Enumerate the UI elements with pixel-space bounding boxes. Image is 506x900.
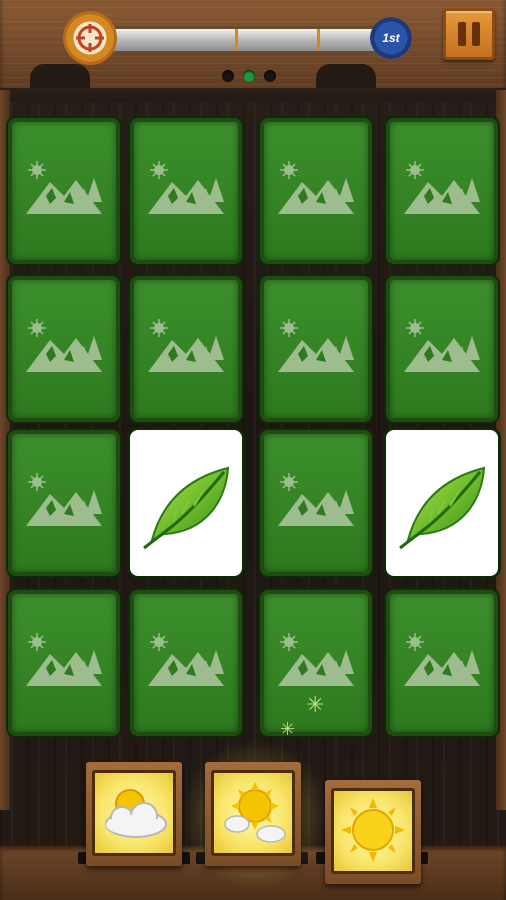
progress-divider [317,29,320,51]
pause-bar [458,22,466,46]
mountain-landscape-icon [26,161,102,214]
card-face-down[interactable] [260,118,372,264]
sparkle-icon: ✳ [280,719,296,739]
mountain-landscape-icon [26,319,102,372]
rank-badge: 1st [370,17,412,59]
card-face-down[interactable] [8,276,120,422]
pause-button[interactable] [443,8,495,60]
sun-behind-clouds-icon [105,789,167,838]
green-leaf-icon [143,466,230,550]
mountain-landscape-icon [278,473,354,526]
page-indicator [222,70,276,82]
card-face-down[interactable] [386,118,498,264]
card-face-down[interactable] [8,430,120,576]
progress-track [106,26,396,54]
memory-card-grid [8,118,502,742]
green-leaf-icon [399,466,486,550]
progress-divider [235,29,238,51]
target-gear-icon [66,14,114,62]
card-face-down[interactable] [386,590,498,736]
page-dot [264,70,276,82]
mountain-landscape-icon [148,633,224,686]
page-dot [222,70,234,82]
card-revealed-leaf[interactable] [386,430,498,576]
mountain-landscape-icon [404,161,480,214]
pause-bar [472,22,480,46]
powerup-cloudy-sun[interactable] [86,762,182,866]
card-revealed-leaf[interactable] [130,430,242,576]
mountain-landscape-icon [148,319,224,372]
mountain-landscape-icon [404,633,480,686]
mountain-landscape-icon [26,473,102,526]
card-face-down[interactable] [130,118,242,264]
card-face-down[interactable] [260,430,372,576]
level-progress-bar: 1st [66,14,412,64]
sun-icon [341,798,405,862]
card-face-down[interactable] [8,118,120,264]
powerup-sun-clouds[interactable] [205,762,301,866]
powerup-sun[interactable] [325,780,421,884]
sparkle-icon: ✳ [306,692,325,717]
mountain-landscape-icon [278,161,354,214]
page-dot-active [243,70,255,82]
mountain-landscape-icon [404,319,480,372]
mountain-landscape-icon [26,633,102,686]
card-face-down[interactable] [8,590,120,736]
card-face-down[interactable] [130,590,242,736]
mountain-landscape-icon [278,319,354,372]
card-face-down[interactable] [130,276,242,422]
card-face-down[interactable] [260,276,372,422]
sun-with-small-clouds-icon [224,782,286,843]
mountain-landscape-icon [148,161,224,214]
card-face-down[interactable] [386,276,498,422]
